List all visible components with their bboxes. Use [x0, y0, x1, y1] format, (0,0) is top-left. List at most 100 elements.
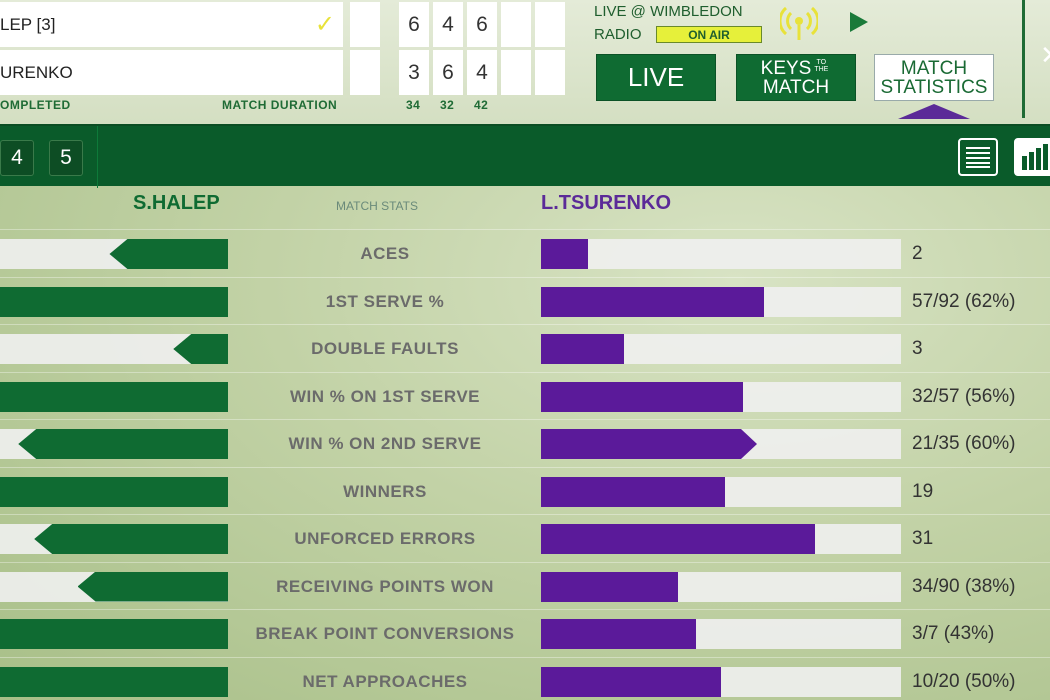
player2-stats-header: L.TSURENKO — [541, 192, 671, 214]
p1-set2-score: 4 — [433, 2, 463, 47]
stat-label: WIN % ON 2ND SERVE — [288, 434, 482, 453]
stat-row: RECEIVING POINTS WON 34/90 (38%) — [0, 561, 1050, 609]
player1-bar-track — [0, 476, 228, 507]
player2-bar-track — [541, 476, 901, 507]
player1-bar — [77, 571, 228, 602]
player2-stat-value: 32/57 (56%) — [912, 385, 1016, 407]
live-button[interactable]: LIVE — [596, 54, 716, 101]
player2-bar-track — [541, 524, 901, 554]
player1-bar — [0, 666, 228, 697]
stat-label: WIN % ON 1ST SERVE — [289, 386, 481, 406]
player1-bar — [0, 286, 228, 317]
stat-label: WINNERS — [343, 481, 427, 501]
set-tab-4[interactable]: 4 — [0, 140, 34, 176]
player2-bar — [541, 334, 624, 364]
set3-duration: 42 — [474, 98, 489, 112]
player1-bar-track — [0, 381, 228, 412]
player2-bar — [541, 429, 757, 459]
set-tab-5[interactable]: 5 — [49, 140, 83, 176]
player2-bar — [541, 476, 725, 507]
match-statistics-button[interactable]: MATCH STATISTICS — [874, 54, 994, 101]
stat-row: NET APPROACHES 10/20 (50%) — [0, 656, 1050, 700]
player1-name: LEP [3] — [0, 14, 56, 34]
set2-duration: 32 — [440, 98, 455, 112]
stat-row: 1ST SERVE % 57/92 (62%) — [0, 276, 1050, 324]
player1-bar — [0, 381, 228, 412]
toolbar-divider — [97, 126, 98, 188]
player1-bar-track — [0, 429, 228, 459]
stat-label: ACES — [360, 244, 410, 263]
player2-bar-track — [541, 666, 901, 697]
stat-label: DOUBLE FAULTS — [311, 339, 459, 358]
bar-chart-icon — [1022, 144, 1048, 170]
keys-label: KEYS — [760, 57, 812, 79]
player2-stat-value: 19 — [912, 480, 934, 502]
player2-stat-value: 2 — [912, 243, 923, 264]
active-tab-pointer — [898, 104, 970, 119]
stat-label: UNFORCED ERRORS — [294, 529, 476, 548]
stat-label: BREAK POINT CONVERSIONS — [255, 624, 515, 643]
stat-row: ACES 2 — [0, 229, 1050, 276]
player2-bar — [541, 524, 815, 554]
player2-stat-value: 34/90 (38%) — [912, 575, 1016, 597]
match-stats-header: MATCH STATS — [336, 199, 418, 213]
player2-bar-track — [541, 381, 901, 412]
match-label: MATCH — [762, 76, 830, 98]
stat-row: WINNERS 19 — [0, 466, 1050, 514]
player2-stat-value: 3 — [912, 338, 923, 359]
keys-to-the-match-button[interactable]: KEYS TO THE MATCH — [736, 54, 856, 101]
p1-set3-score: 6 — [467, 2, 497, 47]
stat-row: WIN % ON 2ND SERVE 21/35 (60%) — [0, 419, 1050, 466]
player2-bar — [541, 286, 765, 317]
player2-stat-value: 3/7 (43%) — [912, 623, 995, 644]
player1-bar — [0, 476, 228, 507]
p2-set3-score: 4 — [467, 50, 497, 95]
player2-bar — [541, 239, 588, 269]
p1-set5-score — [535, 2, 565, 47]
player1-bar — [18, 429, 228, 459]
stat-label: RECEIVING POINTS WON — [276, 576, 494, 596]
player1-bar-track — [0, 524, 228, 554]
stat-label: NET APPROACHES — [302, 671, 468, 691]
set1-duration: 34 — [406, 98, 421, 112]
match-duration-label: MATCH DURATION — [222, 98, 338, 112]
p2-empty-cell — [350, 50, 380, 95]
radio-subtitle: RADIO — [594, 26, 642, 43]
close-icon[interactable]: ✕ — [1040, 40, 1050, 71]
winner-check-icon: ✓ — [314, 11, 335, 38]
p2-set5-score — [535, 50, 565, 95]
player1-bar-track — [0, 239, 228, 269]
stat-row: BREAK POINT CONVERSIONS 3/7 (43%) — [0, 609, 1050, 656]
player2-bar — [541, 571, 678, 602]
player2-bar-track — [541, 286, 901, 317]
player2-stat-value: 21/35 (60%) — [912, 433, 1016, 454]
player1-bar-track — [0, 571, 228, 602]
player2-bar — [541, 381, 743, 412]
player2-bar — [541, 619, 696, 649]
list-icon — [966, 147, 990, 168]
play-icon[interactable] — [850, 12, 868, 32]
chart-view-button[interactable] — [1014, 138, 1050, 176]
player1-stats-header: S.HALEP — [133, 192, 220, 214]
player1-row: LEP [3] ✓ — [0, 2, 343, 47]
stat-row: DOUBLE FAULTS 3 — [0, 324, 1050, 371]
p1-set4-score — [501, 2, 531, 47]
player2-stat-value: 57/92 (62%) — [912, 290, 1016, 312]
divider — [1022, 0, 1025, 118]
match-status: OMPLETED — [0, 98, 71, 112]
p1-empty-cell — [350, 2, 380, 47]
player2-bar-track — [541, 619, 901, 649]
radio-broadcast-icon[interactable] — [780, 4, 818, 42]
player1-bar-track — [0, 286, 228, 317]
scoreboard: LEP [3] ✓ URENKO 6 4 6 3 6 4 OMPLETED MA… — [0, 0, 1050, 124]
list-view-button[interactable] — [958, 138, 998, 176]
player2-bar-track — [541, 429, 901, 459]
player2-row: URENKO — [0, 50, 343, 95]
stats-toolbar: 4 5 — [0, 124, 1050, 188]
player1-bar — [173, 334, 228, 364]
player1-bar-track — [0, 619, 228, 649]
stat-row: UNFORCED ERRORS 31 — [0, 514, 1050, 561]
radio-title: LIVE @ WIMBLEDON — [594, 3, 743, 20]
stats-label-line1: MATCH — [900, 57, 968, 79]
player2-bar-track — [541, 334, 901, 364]
